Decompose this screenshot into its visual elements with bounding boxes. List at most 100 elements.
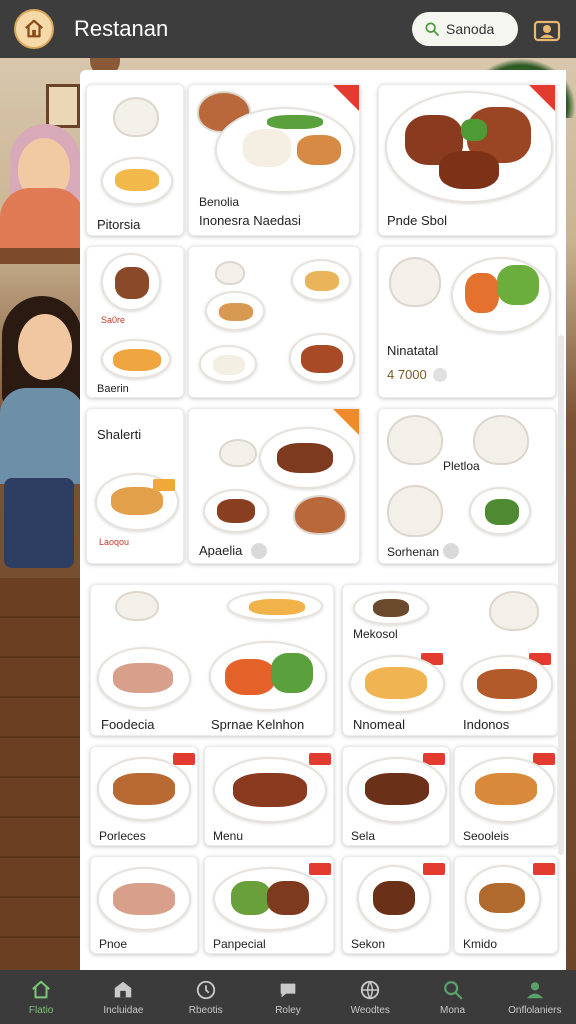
dish-image xyxy=(291,259,351,301)
card-label: Inonesra Naedasi xyxy=(199,213,301,228)
bottom-navigation: Flatio Incluidae Rbeotis Roley Weodtes M… xyxy=(0,970,576,1024)
dish-image xyxy=(357,865,431,931)
soup-bowl-image xyxy=(489,591,539,631)
home-button[interactable] xyxy=(14,9,54,49)
store-icon xyxy=(115,981,132,997)
sauce-bowl-image xyxy=(219,439,257,467)
menu-card-grid[interactable] xyxy=(188,246,360,398)
dish-image xyxy=(101,339,171,379)
diner-girl-face xyxy=(18,314,72,380)
dish-image xyxy=(213,867,327,931)
nav-label: Flatio xyxy=(28,1004,54,1016)
card-sublabel: Benolia xyxy=(199,195,240,209)
dish-image xyxy=(353,591,429,625)
scrollbar[interactable] xyxy=(558,335,564,855)
menu-card[interactable]: Panpecial xyxy=(204,856,334,954)
dish-image xyxy=(203,489,269,533)
user-icon xyxy=(526,981,544,998)
nav-label: Roley xyxy=(275,1004,301,1016)
card-label: Sorhenan xyxy=(387,545,440,559)
home-icon xyxy=(25,19,43,38)
dish-image xyxy=(205,291,265,331)
info-icon[interactable] xyxy=(443,543,459,559)
nav-item-chat[interactable]: Roley xyxy=(247,970,329,1024)
wall-picture xyxy=(46,84,80,128)
card-label: Menu xyxy=(213,829,244,843)
badge-tag xyxy=(173,753,195,765)
dish-image xyxy=(97,867,191,931)
nav-item-profile[interactable]: Onflolaniers xyxy=(494,970,576,1024)
top-bar: Restanan Sanoda xyxy=(0,0,576,58)
card-sublabel: Mekosol xyxy=(353,627,398,641)
card-label: Ninatatal xyxy=(387,343,439,358)
menu-card-featured[interactable]: Pnde Sbol xyxy=(378,84,556,236)
card-label: Porleces xyxy=(99,829,146,843)
menu-card[interactable]: Ninatatal 4 7000 xyxy=(378,246,556,398)
clock-icon xyxy=(196,980,215,999)
card-label: Pitorsia xyxy=(97,217,141,232)
card-note: Sa0re xyxy=(101,315,126,325)
search-icon xyxy=(425,22,439,36)
dish-image xyxy=(101,253,161,311)
search-icon xyxy=(443,980,462,999)
soup-bowl-image xyxy=(473,415,529,465)
soup-bowl-image xyxy=(387,415,443,465)
card-label: Pnoe xyxy=(99,937,128,951)
card-label: Indonos xyxy=(463,717,510,732)
dish-image xyxy=(469,487,531,535)
home-icon xyxy=(32,980,51,998)
info-icon[interactable] xyxy=(432,367,447,382)
dish-image xyxy=(465,865,541,931)
card-label: Seooleis xyxy=(463,829,510,843)
menu-card[interactable]: Porleces xyxy=(90,746,198,846)
menu-card-featured[interactable]: Apaelia xyxy=(188,408,360,564)
dish-image xyxy=(289,333,355,383)
menu-card-wide[interactable]: Mekosol Nnomeal Indonos xyxy=(342,584,558,736)
badge-tag xyxy=(309,863,331,875)
menu-card[interactable]: Menu xyxy=(204,746,334,846)
dish-image xyxy=(349,655,445,713)
menu-card-grid[interactable]: Pletloa Sorhenan xyxy=(378,408,556,564)
nav-item-store[interactable]: Incluidae xyxy=(82,970,164,1024)
soup-bowl-image xyxy=(387,485,443,537)
dish-image xyxy=(385,91,553,203)
nav-item-home[interactable]: Flatio xyxy=(0,970,82,1024)
price-value: 4 7000 xyxy=(387,367,427,382)
card-sublabel: Pletloa xyxy=(443,459,480,473)
menu-card[interactable]: Seooleis xyxy=(454,746,558,846)
menu-card[interactable]: Kmido xyxy=(454,856,558,954)
menu-card[interactable]: Shalerti Laoqou xyxy=(86,408,184,564)
nav-item-history[interactable]: Rbeotis xyxy=(165,970,247,1024)
search-button[interactable]: Sanoda xyxy=(412,12,518,46)
badge-tag xyxy=(533,863,555,875)
menu-card-featured[interactable]: Benolia Inonesra Naedasi xyxy=(188,84,360,236)
menu-card[interactable]: Pitorsia xyxy=(86,84,184,236)
nav-label: Incluidae xyxy=(103,1004,144,1016)
nav-label: Mona xyxy=(440,1004,466,1016)
menu-card[interactable]: Sela xyxy=(342,746,450,846)
diner-girl-body xyxy=(0,388,84,484)
menu-card[interactable]: Sa0re Baerin xyxy=(86,246,184,398)
dish-image xyxy=(461,655,553,713)
menu-card[interactable]: Pnoe xyxy=(90,856,198,954)
profile-icon xyxy=(533,20,561,42)
nav-item-search[interactable]: Mona xyxy=(411,970,493,1024)
dish-image xyxy=(215,107,355,193)
dish-image xyxy=(199,345,257,383)
diner-girl-legs xyxy=(4,478,74,568)
badge-corner xyxy=(333,409,359,435)
dish-image xyxy=(347,757,447,823)
info-icon[interactable] xyxy=(251,543,267,559)
dish-image xyxy=(209,641,327,711)
card-label: Sprnae Kelnhon xyxy=(211,717,305,732)
nav-item-explore[interactable]: Weodtes xyxy=(329,970,411,1024)
menu-panel: Pitorsia Benolia Inonesra Naedasi Pnde S… xyxy=(80,70,566,970)
badge-corner xyxy=(529,85,555,111)
dish-image xyxy=(459,757,555,823)
card-label: Foodecia xyxy=(101,717,155,732)
menu-card-wide[interactable]: Foodecia Sprnae Kelnhon xyxy=(90,584,334,736)
wood-floor xyxy=(0,578,90,970)
profile-button[interactable] xyxy=(532,14,562,44)
menu-card[interactable]: Sekon xyxy=(342,856,450,954)
nav-label: Onflolaniers xyxy=(508,1004,562,1016)
